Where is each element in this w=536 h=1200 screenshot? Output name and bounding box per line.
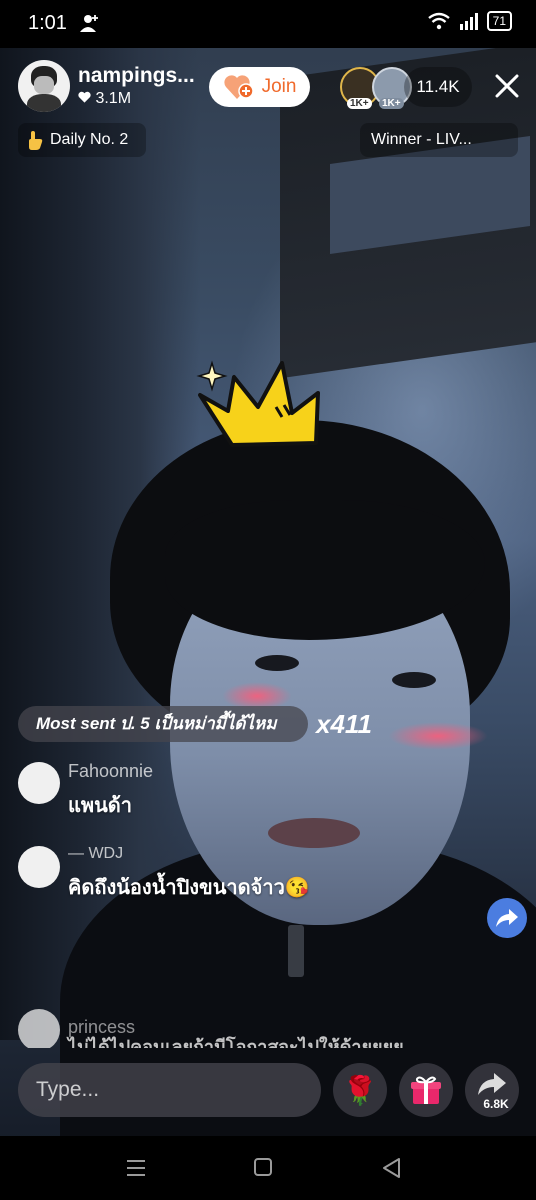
jacket-zipper (288, 925, 304, 977)
share-arrow-icon (496, 909, 518, 927)
gift-banner: Most sent ป. 5 เป็นหม่ามี้ได้ไหม (18, 706, 308, 742)
heart-plus-icon (223, 75, 254, 99)
comment-text: ไม่ได้ไปคอนเลยถ้ามีโอกาสจะไปให้ด้ายยยย (68, 1037, 404, 1048)
share-count: 6.8K (483, 1097, 509, 1111)
join-button[interactable]: Join (209, 67, 310, 107)
streamer-mouth (268, 818, 360, 848)
status-bar: 1:01 71 (0, 0, 536, 48)
recent-apps-icon[interactable] (124, 1156, 148, 1180)
comment-text: คิดถึงน้องน้ำปิงขนาดจ้าว😘 (68, 877, 310, 899)
pointing-hand-icon (29, 131, 43, 150)
signal-icon (459, 13, 478, 30)
blush-effect-right (388, 722, 488, 750)
comment-text: แพนด้า (68, 795, 132, 817)
add-person-icon (80, 15, 98, 32)
viewer-count[interactable]: 11.4K (404, 67, 472, 107)
gift-icon (411, 1076, 441, 1104)
comment-username[interactable]: — WDJ (68, 845, 123, 863)
daily-rank-chip[interactable]: Daily No. 2 (18, 123, 146, 157)
side-share-button[interactable] (487, 898, 527, 938)
clock: 1:01 (28, 12, 67, 34)
comment-avatar[interactable] (18, 762, 60, 804)
rose-icon: 🌹 (342, 1074, 378, 1106)
share-arrow-icon (478, 1073, 506, 1095)
host-name[interactable]: nampings... (78, 64, 195, 88)
back-icon[interactable] (380, 1156, 404, 1180)
home-icon[interactable] (252, 1156, 276, 1180)
crown-icon (196, 360, 320, 447)
streamer-eye-right (392, 672, 436, 688)
comment-avatar[interactable] (18, 1009, 60, 1048)
heart-icon (78, 91, 91, 103)
host-likes: 3.1M (78, 90, 131, 108)
gift-button[interactable] (399, 1063, 453, 1117)
fading-comment: princess ไม่ได้ไปคอนเลยถ้ามีโอกาสจะไปให้… (0, 1005, 536, 1048)
battery-indicator: 71 (486, 11, 512, 31)
wifi-icon (427, 12, 450, 30)
system-nav-bar (0, 1136, 536, 1200)
streamer-eye-left (255, 655, 299, 671)
winner-chip[interactable]: Winner - LIV... (360, 123, 518, 157)
gift-multiplier: x411 (316, 709, 372, 739)
rose-gift-button[interactable]: 🌹 (333, 1063, 387, 1117)
comment-avatar[interactable] (18, 846, 60, 888)
host-avatar[interactable] (18, 60, 70, 112)
comment-username[interactable]: Fahoonnie (68, 761, 153, 782)
close-icon[interactable] (492, 70, 522, 102)
comment-input[interactable]: Type... (18, 1063, 321, 1117)
live-stream-screen: 1:01 71 nampings... 3.1M Join 1K+ 1K+ 11… (0, 0, 536, 1200)
